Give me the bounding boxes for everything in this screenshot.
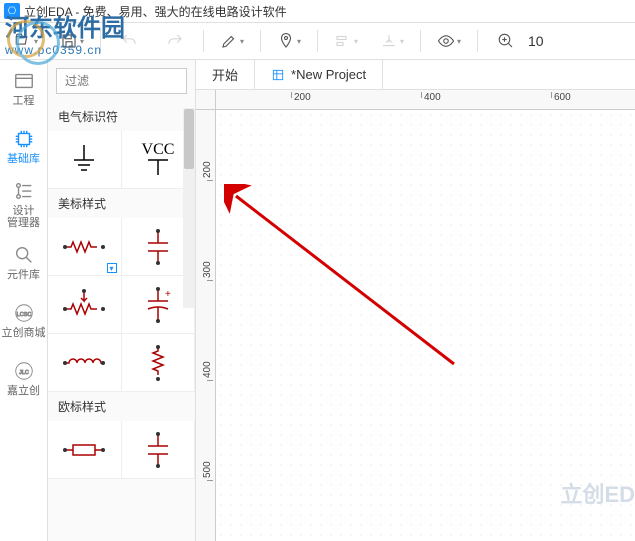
library-panel: 电气标识符 VCC 美标样式 ▾ + [48,60,196,541]
ruler-horizontal: 200 400 600 [216,90,635,110]
tab-label: 开始 [212,65,238,84]
rail-label: 基础库 [7,153,40,165]
component-inductor-us[interactable] [48,334,122,392]
section-electrical: 电气标识符 [48,102,195,131]
tabs: 开始 *New Project [196,60,635,90]
ruler-corner [196,90,216,110]
tab-label: *New Project [291,67,366,82]
component-gnd[interactable] [48,131,122,189]
align-tool-1[interactable]: ▾ [324,26,368,56]
ruler-vertical: 200 300 400 500 [196,110,216,541]
redo-button[interactable] [153,26,197,56]
undo-button[interactable] [107,26,151,56]
save-button[interactable]: ▾ [50,26,94,56]
rail-label: 立创商城 [2,327,46,339]
expand-icon[interactable]: ▾ [107,263,117,273]
component-resistor-eu[interactable] [48,421,122,479]
section-us-style: 美标样式 [48,189,195,218]
rail-label: 设计 管理器 [7,205,40,229]
edit-tool[interactable]: ▾ [210,26,254,56]
canvas-area: 开始 *New Project 200 400 600 200 300 400 … [196,60,635,541]
rail-label: 工程 [13,95,35,107]
tab-new-project[interactable]: *New Project [255,60,383,89]
component-resistor-us[interactable]: ▾ [48,218,122,276]
zoom-in-button[interactable] [484,26,528,56]
component-resistor-vert-us[interactable] [122,334,196,392]
watermark-right: 立创ED [560,477,635,509]
app-icon: ⎔ [4,3,20,19]
title-bar: ⎔ 立创EDA - 免费、易用、强大的在线电路设计软件 [0,0,635,22]
rail-project[interactable]: 工程 [0,60,47,118]
open-button[interactable]: ▾ [4,26,48,56]
panel-scrollbar[interactable] [183,108,195,308]
rail-lcsc-mall[interactable]: LCSC 立创商城 [0,292,47,350]
rail-jlc[interactable]: JLC 嘉立创 [0,350,47,408]
rail-basiclib[interactable]: 基础库 [0,118,47,176]
main-toolbar: ▾ ▾ ▾ ▾ ▾ ▾ ▾ 10 [0,22,635,60]
app-title: 立创EDA - 免费、易用、强大的在线电路设计软件 [24,3,287,20]
tab-start[interactable]: 开始 [196,60,255,89]
rail-label: 嘉立创 [7,385,40,397]
place-tool[interactable]: ▾ [267,26,311,56]
rail-design-manager[interactable]: 设计 管理器 [0,176,47,234]
component-capacitor-eu[interactable] [122,421,196,479]
svg-text:+: + [165,289,171,300]
align-tool-2[interactable]: ▾ [370,26,414,56]
view-tool[interactable]: ▾ [427,26,471,56]
component-potentiometer-us[interactable] [48,276,122,334]
left-rail: 工程 基础库 设计 管理器 元件库 LCSC 立创商城 JLC 嘉立创 [0,60,48,541]
section-eu-style: 欧标样式 [48,392,195,421]
rail-label: 元件库 [7,269,40,281]
filter-input[interactable] [56,68,187,94]
svg-text:VCC: VCC [141,141,174,158]
svg-text:LCSC: LCSC [16,312,31,318]
svg-text:JLC: JLC [19,370,29,376]
zoom-value: 10 [528,33,544,49]
canvas[interactable]: 200 400 600 200 300 400 500 立创ED [196,90,635,541]
rail-partlib[interactable]: 元件库 [0,234,47,292]
